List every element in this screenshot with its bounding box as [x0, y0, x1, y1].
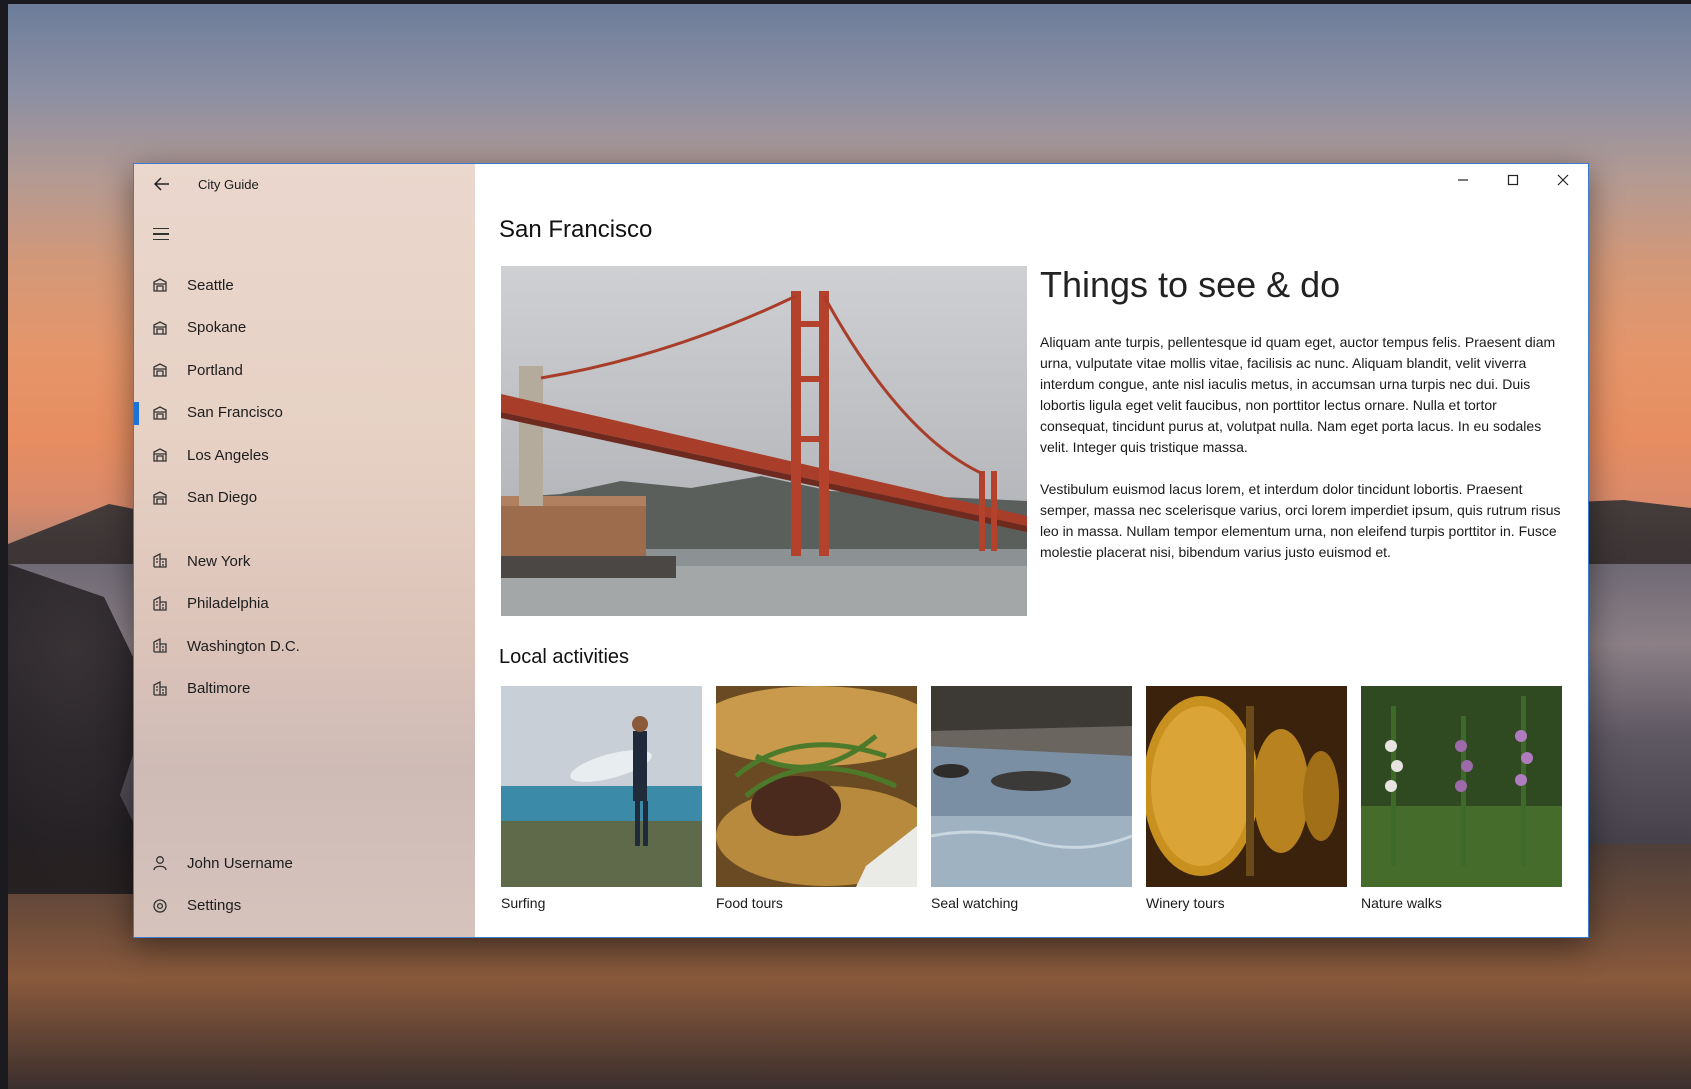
close-button[interactable]	[1538, 164, 1588, 196]
activities-grid: Surfing Food tours Seal watching Winery …	[501, 686, 1562, 911]
activity-tile-surfing[interactable]: Surfing	[501, 686, 702, 911]
nav-item-los-angeles[interactable]: Los Angeles	[134, 434, 475, 477]
foxglove-flowers-image	[1361, 686, 1562, 887]
activity-label: Surfing	[501, 895, 546, 911]
stadium-icon	[151, 361, 169, 379]
navigation-pane: City Guide Seattle Spokane Portland San …	[134, 164, 475, 937]
nav-item-washington-dc[interactable]: Washington D.C.	[134, 625, 475, 668]
nav-item-baltimore[interactable]: Baltimore	[134, 668, 475, 711]
activity-label: Nature walks	[1361, 895, 1442, 911]
paragraph: Vestibulum euismod lacus lorem, et inter…	[1040, 481, 1561, 560]
page-title: San Francisco	[499, 216, 653, 243]
nav-item-account[interactable]: John Username	[134, 842, 475, 885]
activity-tile-food-tours[interactable]: Food tours	[716, 686, 917, 911]
stadium-icon	[151, 489, 169, 507]
golden-gate-bridge-image	[501, 266, 1027, 616]
paragraph: Aliquam ante turpis, pellentesque id qua…	[1040, 334, 1556, 455]
app-title: City Guide	[198, 176, 259, 192]
nav-item-label: San Diego	[187, 489, 258, 507]
nav-divider	[134, 519, 475, 540]
back-arrow-icon[interactable]	[150, 172, 174, 196]
city-guide-window: City Guide Seattle Spokane Portland San …	[133, 163, 1589, 938]
building-icon	[151, 637, 169, 655]
stadium-icon	[151, 276, 169, 294]
city-list: Seattle Spokane Portland San Francisco L…	[134, 264, 475, 710]
activity-tile-nature-walks[interactable]: Nature walks	[1361, 686, 1562, 911]
nav-footer: John Username Settings	[134, 842, 475, 927]
nav-item-label: Seattle	[187, 276, 234, 294]
building-icon	[151, 595, 169, 613]
title-bar: City Guide	[134, 164, 475, 204]
activity-label: Winery tours	[1146, 895, 1225, 911]
description-text: Aliquam ante turpis, pellentesque id qua…	[1040, 332, 1565, 563]
nav-item-san-diego[interactable]: San Diego	[134, 477, 475, 520]
nav-item-seattle[interactable]: Seattle	[134, 264, 475, 307]
things-to-see-heading: Things to see & do	[1040, 264, 1341, 305]
nav-item-label: Philadelphia	[187, 595, 269, 613]
nav-item-philadelphia[interactable]: Philadelphia	[134, 583, 475, 626]
activity-label: Seal watching	[931, 895, 1019, 911]
gear-icon	[151, 897, 169, 915]
seal-image	[931, 686, 1132, 887]
building-icon	[151, 552, 169, 570]
building-icon	[151, 680, 169, 698]
nav-item-label: Portland	[187, 361, 243, 379]
nav-item-settings[interactable]: Settings	[134, 885, 475, 928]
nav-item-portland[interactable]: Portland	[134, 349, 475, 392]
stadium-icon	[151, 319, 169, 337]
caption-buttons	[1438, 164, 1588, 196]
nav-item-spokane[interactable]: Spokane	[134, 307, 475, 350]
settings-label: Settings	[187, 897, 242, 915]
hamburger-icon[interactable]	[150, 220, 178, 248]
person-icon	[151, 854, 169, 872]
content-pane: San Francisco Things to see & do Aliquam…	[475, 164, 1588, 937]
nav-item-san-francisco[interactable]: San Francisco	[134, 392, 475, 435]
stadium-icon	[151, 404, 169, 422]
nav-item-label: San Francisco	[187, 404, 283, 422]
winery-barrels-image	[1146, 686, 1347, 887]
maximize-button[interactable]	[1488, 164, 1538, 196]
nav-item-label: Baltimore	[187, 680, 251, 698]
nav-item-label: Washington D.C.	[187, 637, 300, 655]
minimize-button[interactable]	[1438, 164, 1488, 196]
account-label: John Username	[187, 854, 293, 872]
food-image	[716, 686, 917, 887]
activity-tile-winery-tours[interactable]: Winery tours	[1146, 686, 1347, 911]
activity-tile-seal-watching[interactable]: Seal watching	[931, 686, 1132, 911]
nav-item-label: Spokane	[187, 319, 247, 337]
nav-item-new-york[interactable]: New York	[134, 540, 475, 583]
stadium-icon	[151, 446, 169, 464]
surfing-image	[501, 686, 702, 887]
activity-label: Food tours	[716, 895, 783, 911]
local-activities-heading: Local activities	[499, 646, 630, 668]
nav-item-label: Los Angeles	[187, 446, 269, 464]
nav-item-label: New York	[187, 552, 251, 570]
